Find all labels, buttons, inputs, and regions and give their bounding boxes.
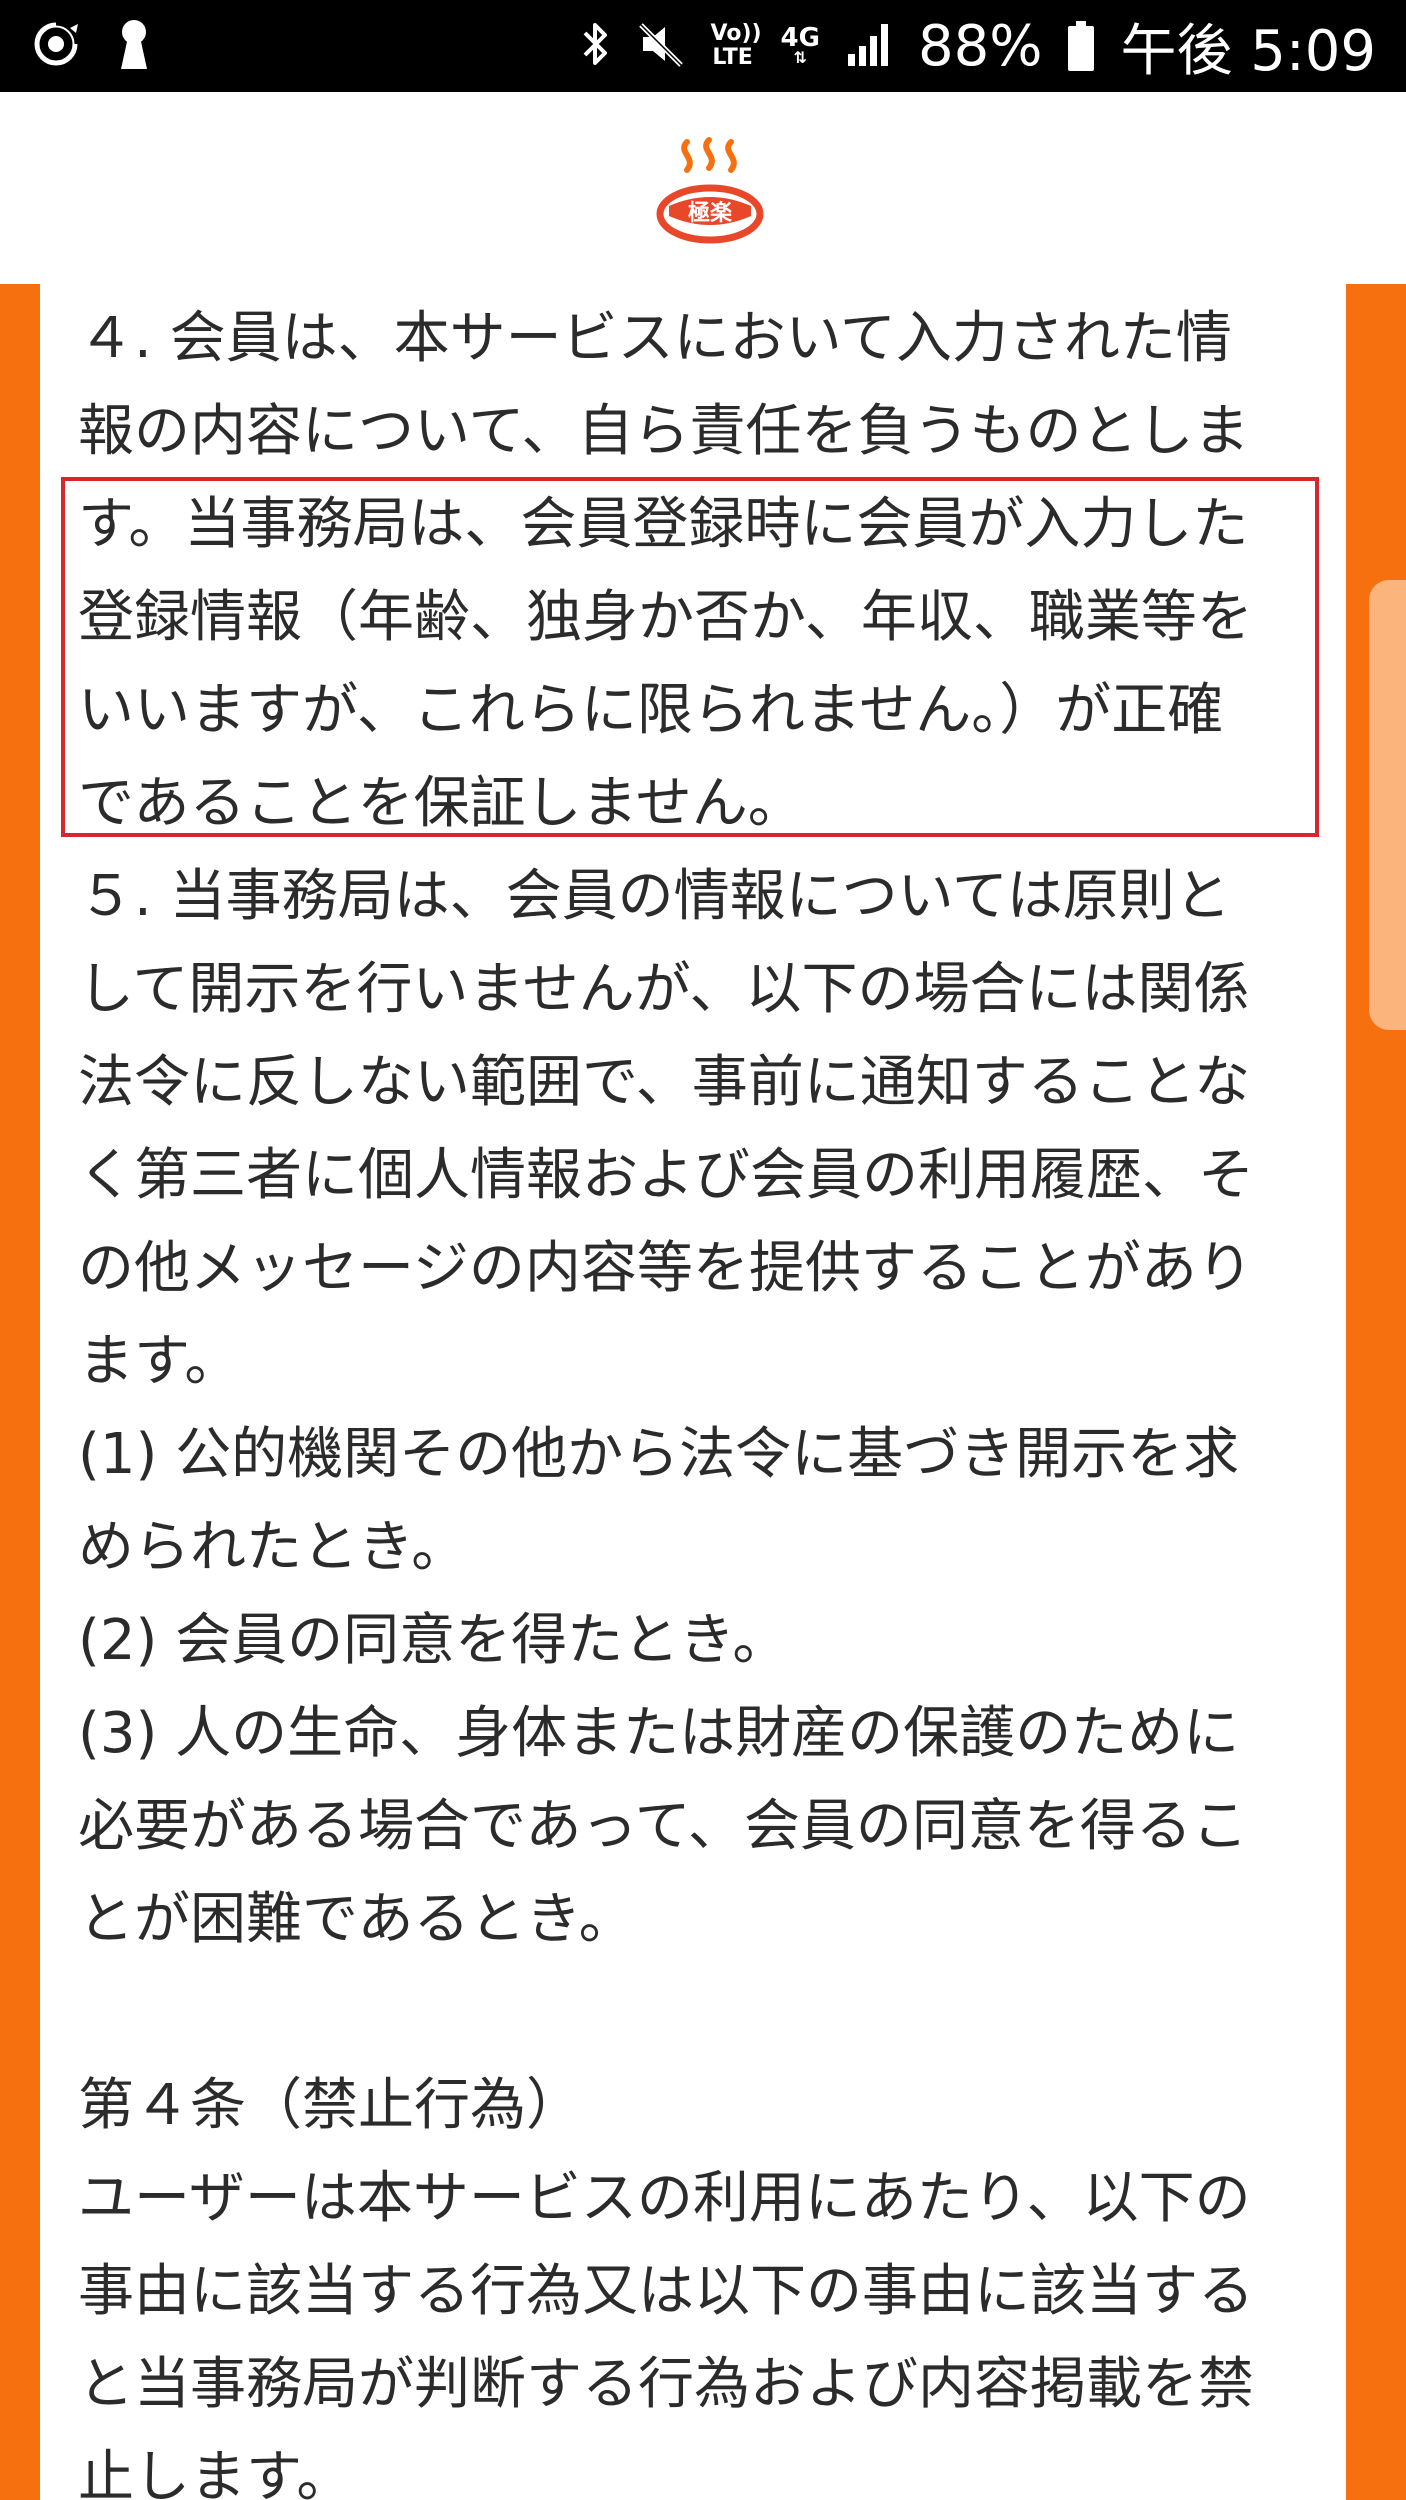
- text-line: の他メッセージの内容等を提供することがあり: [78, 1236, 1253, 1301]
- text-line: (3) 人の生命、身体または財産の保護のために: [78, 1701, 1240, 1766]
- text-line: 事由に該当する行為又は以下の事由に該当する: [78, 2259, 1254, 2324]
- text-line: (1) 公的機関その他から法令に基づき開示を求: [78, 1422, 1240, 1487]
- sync-icon: [30, 18, 82, 74]
- text-line: く第三者に個人情報および会員の利用履歴、そ: [78, 1143, 1254, 1208]
- text-line: いいますが、これらに限られません。）が正確: [78, 678, 1224, 743]
- keyhole-icon: [116, 17, 152, 75]
- hot-spring-logo-icon[interactable]: 極楽: [655, 136, 765, 246]
- terms-text: ４. 会員は、本サービスにおいて入力された情 報の内容について、自ら責任を負うも…: [78, 292, 1346, 2500]
- signal-icon: [846, 22, 892, 70]
- data-arrows: ⇅: [793, 48, 807, 67]
- status-bar-left: [30, 14, 152, 78]
- logo-text: 極楽: [688, 200, 733, 226]
- text-line: す。当事務局は、会員登録時に会員が入力した: [78, 492, 1249, 557]
- text-line: 報の内容について、自ら責任を負うものとしま: [78, 399, 1250, 464]
- status-bar: Vo)) LTE 4G ⇅ 88% 午後 5:09: [0, 0, 1406, 92]
- text-line: められたとき。: [78, 1515, 468, 1580]
- section-heading: 第４条（禁止行為）: [78, 2073, 582, 2138]
- battery-icon: [1068, 21, 1095, 71]
- mute-icon: [637, 19, 685, 73]
- text-line: ４. 会員は、本サービスにおいて入力された情: [78, 306, 1232, 371]
- volte-icon: Vo)) LTE: [710, 21, 762, 70]
- text-line: とが困難であるとき。: [78, 1887, 635, 1952]
- frame-left: [0, 284, 40, 2500]
- text-line: 必要がある場合であって、会員の同意を得るこ: [78, 1794, 1248, 1859]
- text-line: 登録情報（年齢、独身か否か、年収、職業等を: [78, 585, 1253, 650]
- text-line: と当事務局が判断する行為および内容掲載を禁: [78, 2352, 1254, 2417]
- text-line: であることを保証しません。: [78, 771, 804, 836]
- 4g-icon: 4G ⇅: [780, 23, 820, 67]
- battery-percent: 88%: [917, 13, 1043, 79]
- bluetooth-icon: [579, 19, 611, 73]
- text-line: 法令に反しない範囲で、事前に通知することな: [78, 1050, 1251, 1115]
- clock: 午後 5:09: [1120, 18, 1376, 84]
- text-line: (2) 会員の同意を得たとき。: [78, 1608, 789, 1673]
- network-label: 4G: [780, 23, 820, 53]
- text-line: ます。: [78, 1329, 241, 1394]
- text-line: ５. 当事務局は、会員の情報については原則と: [78, 864, 1231, 929]
- scrollbar-thumb[interactable]: [1369, 580, 1406, 1030]
- app-header: 極楽: [0, 92, 1406, 284]
- terms-content: ４. 会員は、本サービスにおいて入力された情 報の内容について、自ら責任を負うも…: [40, 284, 1346, 2500]
- text-line: ユーザーは本サービスの利用にあたり、以下の: [78, 2166, 1251, 2231]
- status-bar-right: Vo)) LTE 4G ⇅ 88% 午後 5:09: [579, 0, 1376, 92]
- text-line: して開示を行いませんが、以下の場合には関係: [78, 957, 1250, 1022]
- volte-label: Vo)) LTE: [710, 21, 762, 70]
- text-line: 止します。: [78, 2445, 353, 2500]
